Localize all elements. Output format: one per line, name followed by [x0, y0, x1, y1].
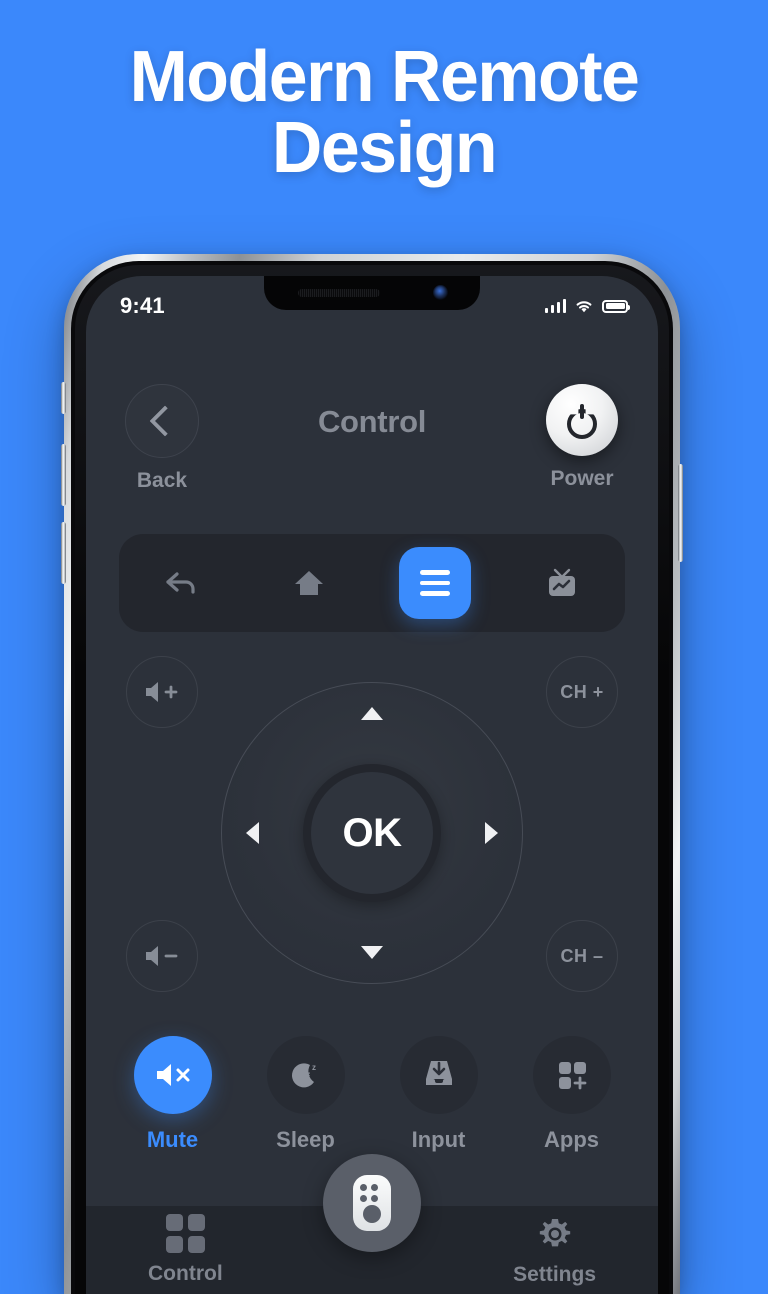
input-button-circle[interactable] — [399, 1036, 478, 1114]
mute-button-circle[interactable] — [133, 1036, 212, 1114]
svg-text:z: z — [312, 1063, 316, 1072]
app-header: Back Control Power — [86, 384, 658, 494]
phone-power-button[interactable] — [678, 464, 683, 562]
back-arrow-icon — [166, 572, 195, 594]
phone-volume-up-button[interactable] — [61, 444, 66, 506]
front-camera-icon — [433, 285, 448, 300]
input-tray-icon — [425, 1061, 452, 1085]
phone-volume-down-button[interactable] — [61, 522, 66, 584]
channel-up-label: CH + — [560, 681, 604, 702]
volume-down-icon — [146, 946, 178, 966]
power-button-circle[interactable] — [546, 384, 618, 456]
dpad[interactable]: OK — [221, 682, 523, 984]
arrow-up-icon[interactable] — [361, 707, 383, 720]
battery-full-icon — [602, 299, 630, 313]
volume-up-button[interactable] — [126, 656, 198, 728]
phone-notch — [264, 276, 480, 310]
phone-inner-bezel: 9:41 Back Control Power CH + CH – OK Mut… — [75, 265, 669, 1294]
headline-line-1: Modern Remote — [129, 37, 640, 117]
power-button[interactable]: Power — [542, 384, 622, 491]
toolbar-guide-button[interactable] — [526, 547, 598, 619]
grid-icon — [165, 1214, 205, 1253]
input-button-label: Input — [411, 1127, 466, 1152]
apps-grid-icon — [558, 1062, 586, 1090]
sleep-moon-icon: z z — [291, 1063, 316, 1088]
volume-down-button[interactable] — [126, 920, 198, 992]
svg-text:z: z — [307, 1071, 311, 1078]
back-button[interactable]: Back — [122, 384, 202, 493]
toolbar-menu-button[interactable] — [399, 547, 472, 619]
tv-icon — [548, 568, 575, 596]
remote-icon — [353, 1175, 391, 1231]
toolbar-home-button[interactable] — [273, 547, 345, 619]
mute-icon — [156, 1064, 189, 1086]
mute-button-label: Mute — [146, 1127, 199, 1152]
page-headline: Modern Remote Design — [0, 37, 768, 188]
phone-mute-switch[interactable] — [61, 382, 66, 414]
back-button-label: Back — [136, 469, 188, 492]
channel-down-button[interactable]: CH – — [546, 920, 618, 992]
phone-mockup: 9:41 Back Control Power CH + CH – OK Mut… — [61, 254, 683, 1294]
status-bar-icons — [544, 299, 630, 314]
arrow-right-icon[interactable] — [485, 822, 498, 844]
phone-screen: 9:41 Back Control Power CH + CH – OK Mut… — [86, 276, 658, 1294]
function-row: Mute z z Sleep Input Apps — [86, 1036, 658, 1153]
phone-bezel: 9:41 Back Control Power CH + CH – OK Mut… — [71, 261, 673, 1294]
nav-toolbar — [119, 534, 625, 632]
toolbar-back-button[interactable] — [146, 547, 218, 619]
page-title: Control — [317, 404, 427, 439]
headline-line-2: Design — [271, 107, 498, 188]
cellular-signal-icon — [544, 299, 566, 313]
bottom-nav-control-label: Control — [148, 1262, 223, 1285]
menu-icon — [420, 570, 451, 596]
status-bar-clock: 9:41 — [120, 293, 165, 318]
power-icon — [567, 404, 597, 439]
chevron-left-icon — [148, 405, 181, 437]
sleep-button-label: Sleep — [276, 1127, 335, 1152]
remote-fab-button[interactable] — [323, 1154, 421, 1252]
bottom-nav-item-settings[interactable]: Settings — [513, 1214, 596, 1287]
apps-button[interactable]: Apps — [522, 1036, 622, 1153]
dpad-cluster: CH + CH – OK — [86, 654, 658, 1010]
sleep-button[interactable]: z z Sleep — [256, 1036, 356, 1153]
ok-button[interactable]: OK — [303, 764, 441, 902]
apps-button-label: Apps — [544, 1127, 599, 1152]
home-icon — [294, 571, 323, 595]
mute-button[interactable]: Mute — [123, 1036, 223, 1153]
wifi-icon — [576, 300, 592, 312]
channel-down-label: CH – — [560, 945, 604, 966]
bottom-nav-item-control[interactable]: Control — [148, 1214, 223, 1286]
arrow-down-icon[interactable] — [361, 946, 383, 959]
power-button-label: Power — [550, 467, 614, 490]
bottom-nav-settings-label: Settings — [513, 1262, 596, 1286]
volume-up-icon — [146, 682, 178, 702]
sleep-button-circle[interactable]: z z — [266, 1036, 345, 1114]
earpiece-speaker-icon — [298, 289, 380, 297]
gear-icon — [539, 1218, 570, 1246]
back-button-circle[interactable] — [125, 384, 199, 458]
apps-button-circle[interactable] — [532, 1036, 611, 1114]
arrow-left-icon[interactable] — [246, 822, 259, 844]
input-button[interactable]: Input — [389, 1036, 489, 1153]
channel-up-button[interactable]: CH + — [546, 656, 618, 728]
